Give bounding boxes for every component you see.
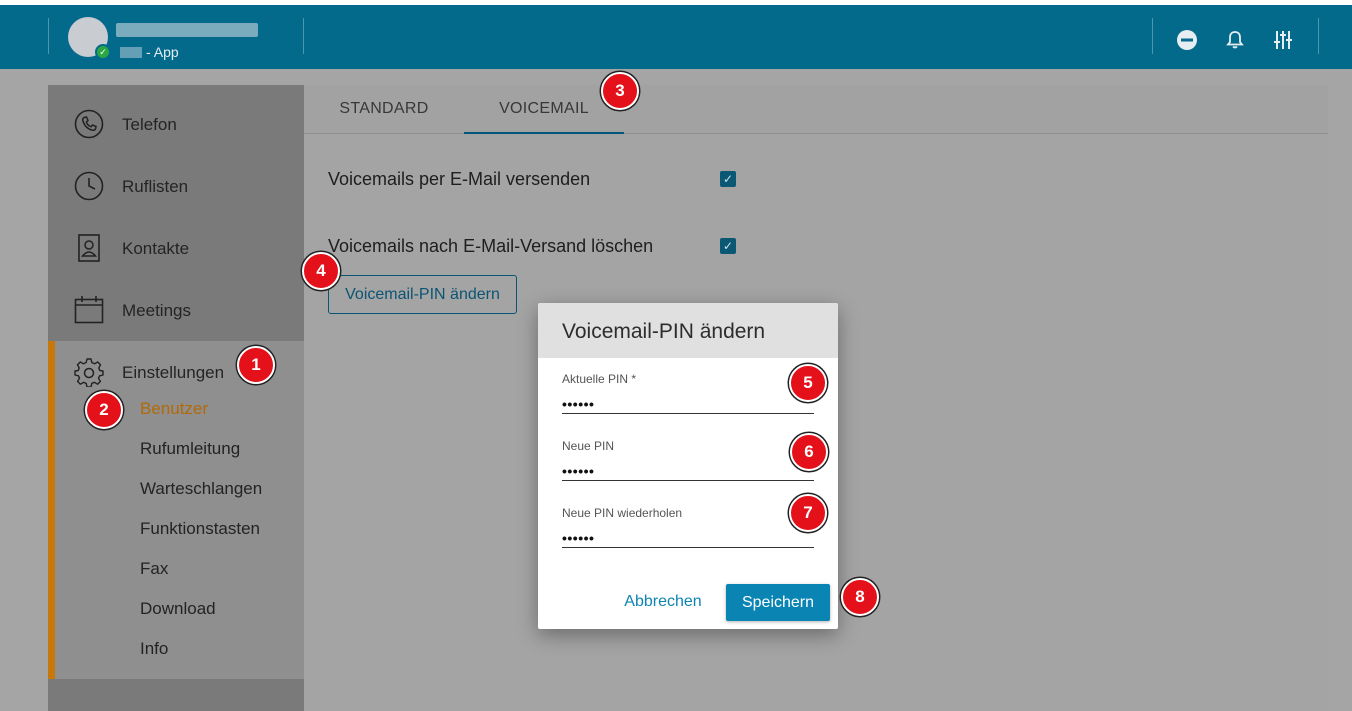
delete-after-checkbox[interactable]: ✓ (720, 238, 736, 254)
sidebar-subitem-info[interactable]: Info (140, 639, 168, 659)
callout-badge-4: 4 (302, 252, 340, 290)
callout-badge-1: 1 (237, 346, 275, 384)
sidebar-subitem-download[interactable]: Download (140, 599, 216, 619)
repeat-pin-field[interactable]: Neue PIN wiederholen •••••• (562, 506, 814, 548)
callout-badge-8: 8 (841, 578, 879, 616)
sidebar-subitem-warteschlangen[interactable]: Warteschlangen (140, 479, 262, 499)
field-label: Neue PIN wiederholen (562, 506, 683, 520)
field-value: •••••• (562, 463, 595, 479)
callout-badge-2: 2 (85, 391, 123, 429)
callout-badge-6: 6 (790, 433, 828, 471)
clock-icon (74, 171, 104, 201)
tab-bar: STANDARD VOICEMAIL (304, 85, 1328, 134)
field-value: •••••• (562, 396, 595, 412)
email-send-label: Voicemails per E-Mail versenden (328, 169, 591, 189)
callout-badge-5: 5 (789, 364, 827, 402)
divider (303, 18, 304, 54)
top-bar: ✓ - App (0, 0, 1352, 69)
sidebar-subitem-benutzer[interactable]: Benutzer (140, 399, 208, 419)
bell-icon[interactable] (1224, 29, 1246, 51)
sidebar-item-kontakte[interactable]: Kontakte (48, 217, 304, 279)
gear-icon (74, 358, 104, 387)
change-pin-dialog: Voicemail-PIN ändern Aktuelle PIN * ••••… (538, 303, 838, 629)
sidebar-subitem-rufumleitung[interactable]: Rufumleitung (140, 439, 240, 459)
new-pin-field[interactable]: Neue PIN •••••• (562, 439, 814, 481)
online-status-icon: ✓ (95, 44, 111, 60)
delete-after-label: Voicemails nach E-Mail-Versand löschen (328, 236, 654, 256)
sidebar-subitem-fax[interactable]: Fax (140, 559, 168, 579)
divider (48, 18, 49, 54)
field-label: Aktuelle PIN * (562, 372, 637, 386)
sidebar-item-label: Kontakte (122, 239, 190, 258)
sidebar-item-label: Telefon (122, 115, 177, 134)
sidebar: Telefon Ruflisten Kontakte Meetings Eins… (48, 85, 304, 711)
sidebar-item-label: Einstellungen (122, 363, 225, 382)
redacted-text (120, 47, 142, 58)
sidebar-subitem-funktionstasten[interactable]: Funktionstasten (140, 519, 260, 539)
app-label: - App (120, 44, 179, 60)
divider (1318, 18, 1319, 54)
callout-badge-7: 7 (789, 494, 827, 532)
sidebar-item-label: Ruflisten (122, 177, 189, 196)
email-send-checkbox[interactable]: ✓ (720, 171, 736, 187)
field-label: Neue PIN (562, 439, 615, 453)
calendar-icon (74, 296, 104, 324)
sidebar-item-ruflisten[interactable]: Ruflisten (48, 155, 304, 217)
current-pin-field[interactable]: Aktuelle PIN * •••••• (562, 372, 814, 414)
cancel-button[interactable]: Abbrechen (614, 584, 712, 620)
tab-standard[interactable]: STANDARD (324, 85, 444, 134)
contact-card-icon (78, 234, 100, 262)
phone-icon (74, 109, 104, 139)
dialog-title: Voicemail-PIN ändern (562, 320, 766, 343)
divider (1152, 18, 1153, 54)
callout-badge-3: 3 (601, 72, 639, 110)
save-button[interactable]: Speichern (726, 584, 830, 621)
app-label-text: - App (146, 44, 179, 60)
dialog-header: Voicemail-PIN ändern (538, 303, 838, 358)
field-value: •••••• (562, 530, 595, 546)
sidebar-item-meetings[interactable]: Meetings (48, 279, 304, 341)
change-pin-button[interactable]: Voicemail-PIN ändern (328, 275, 517, 314)
equalizer-icon[interactable] (1272, 29, 1294, 51)
sidebar-item-label: Meetings (122, 301, 191, 320)
sidebar-item-telefon[interactable]: Telefon (48, 93, 304, 155)
user-name (116, 23, 258, 37)
do-not-disturb-icon[interactable] (1176, 29, 1198, 51)
tab-voicemail[interactable]: VOICEMAIL (464, 85, 624, 134)
